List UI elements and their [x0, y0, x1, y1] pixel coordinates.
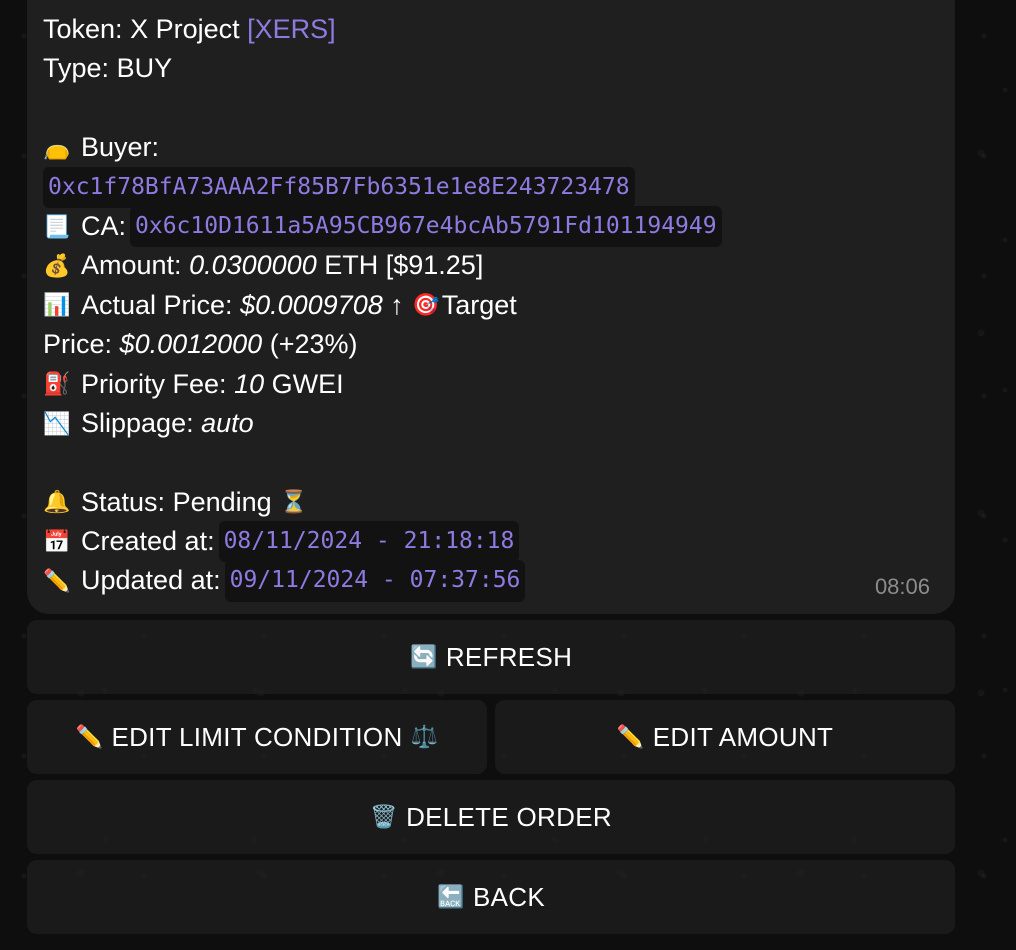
actual-price-value: $0.0009708 — [240, 289, 383, 320]
refresh-label: REFRESH — [445, 641, 573, 672]
edit-amount-label: EDIT AMOUNT — [652, 721, 834, 752]
back-button[interactable]: 🔙 BACK — [27, 860, 955, 934]
buyer-address[interactable]: 0xc1f78BfA73AAA2Ff85B7Fb6351e1e8E2437234… — [43, 166, 635, 208]
slippage-line: 📉 Slippage: auto — [43, 404, 939, 443]
edit-limit-label: EDIT LIMIT CONDITION — [111, 721, 403, 752]
arrow-up: ↑ — [390, 289, 404, 320]
created-label: Created at: — [81, 526, 215, 557]
target-label: Target — [441, 289, 517, 320]
buyer-label: Buyer: — [81, 132, 160, 163]
back-arrow-icon: 🔙 — [437, 884, 465, 909]
amount-unit: ETH [$91.25] — [324, 250, 484, 281]
refresh-icon: 🔄 — [409, 644, 438, 669]
pencil-icon: ✏️ — [43, 568, 71, 594]
calendar-icon: 📅 — [43, 528, 71, 554]
created-line: 📅 Created at: 08/11/2024 - 21:18:18 — [43, 521, 939, 563]
target-price-value: $0.0012000 — [119, 329, 263, 360]
trash-icon: 🗑️ — [370, 804, 398, 829]
type-label: Type: — [43, 53, 110, 84]
delete-order-button[interactable]: 🗑️ DELETE ORDER — [27, 780, 955, 854]
type-line: Type: BUY — [43, 49, 939, 88]
updated-label: Updated at: — [81, 565, 221, 596]
priority-fee-label: Priority Fee: — [81, 368, 227, 399]
token-name: X Project — [130, 14, 240, 44]
back-label: BACK — [472, 881, 545, 912]
type-value: BUY — [116, 53, 173, 84]
buyer-address-line: 0xc1f78BfA73AAA2Ff85B7Fb6351e1e8E2437234… — [43, 166, 939, 208]
slippage-label: Slippage: — [81, 407, 194, 438]
amount-value: 0.0300000 — [189, 250, 317, 281]
actual-price-label: Actual Price: — [81, 289, 233, 320]
scroll-icon: 📃 — [43, 213, 71, 239]
bell-icon: 🔔 — [43, 489, 71, 515]
refresh-button[interactable]: 🔄 REFRESH — [27, 620, 955, 694]
balance-scale-icon: ⚖️ — [410, 724, 439, 749]
edit-limit-condition-button[interactable]: ✏️ EDIT LIMIT CONDITION ⚖️ — [27, 700, 487, 774]
edit-amount-button[interactable]: ✏️ EDIT AMOUNT — [495, 700, 955, 774]
ca-line: 📃 CA: 0x6c10D1611a5A95CB967e4bcAb5791Fd101… — [43, 205, 939, 248]
token-label: Token: — [43, 14, 123, 44]
token-line: Token: X Project [XERS] — [43, 10, 939, 49]
status-line: 🔔 Status: Pending ⏳ — [43, 483, 939, 522]
ca-address[interactable]: 0x6c10D1611a5A95CB967e4bcAb5791Fd1011949… — [130, 205, 722, 248]
chart-decreasing-icon: 📉 — [43, 410, 71, 436]
updated-line: ✏️ Updated at: 09/11/2024 - 07:37:56 — [43, 560, 939, 602]
slippage-value: auto — [201, 407, 254, 438]
delete-label: DELETE ORDER — [406, 801, 612, 832]
updated-value[interactable]: 09/11/2024 - 07:37:56 — [224, 560, 526, 602]
target-price-line: Price: $0.0012000 (+23%) — [43, 325, 939, 364]
actual-price-line: 📊 Actual Price: $0.0009708 ↑ 🎯 Target — [43, 286, 939, 325]
message-time: 08:06 — [874, 573, 930, 599]
priority-fee-unit: GWEI — [271, 368, 344, 399]
ca-label: CA: — [81, 210, 127, 241]
money-bag-icon: 👝 — [43, 134, 71, 160]
priority-fee-line: ⛽ Priority Fee: 10 GWEI — [43, 365, 939, 404]
status-label: Status: — [81, 486, 166, 517]
bar-chart-icon: 📊 — [43, 292, 71, 318]
price-label: Price: — [43, 329, 113, 360]
target-price-change: (+23%) — [269, 329, 358, 360]
status-value: Pending — [172, 486, 272, 517]
amount-label: Amount: — [81, 250, 182, 281]
hourglass-icon: ⏳ — [279, 489, 308, 515]
pencil-icon: ✏️ — [75, 724, 104, 749]
bot-message-bubble: Token: X Project [XERS] Type: BUY 👝 Buyer… — [27, 0, 955, 614]
pencil-icon: ✏️ — [616, 724, 645, 749]
fuel-pump-icon: ⛽ — [43, 371, 71, 397]
priority-fee-value: 10 — [234, 368, 265, 399]
target-icon: 🎯 — [412, 292, 440, 318]
amount-line: 💰 Amount: 0.0300000 ETH [$91.25] — [43, 246, 939, 285]
token-symbol: [XERS] — [247, 14, 336, 44]
money-bag-dollar-icon: 💰 — [43, 253, 71, 279]
created-value[interactable]: 08/11/2024 - 21:18:18 — [218, 521, 520, 563]
buyer-line: 👝 Buyer: — [43, 128, 939, 167]
